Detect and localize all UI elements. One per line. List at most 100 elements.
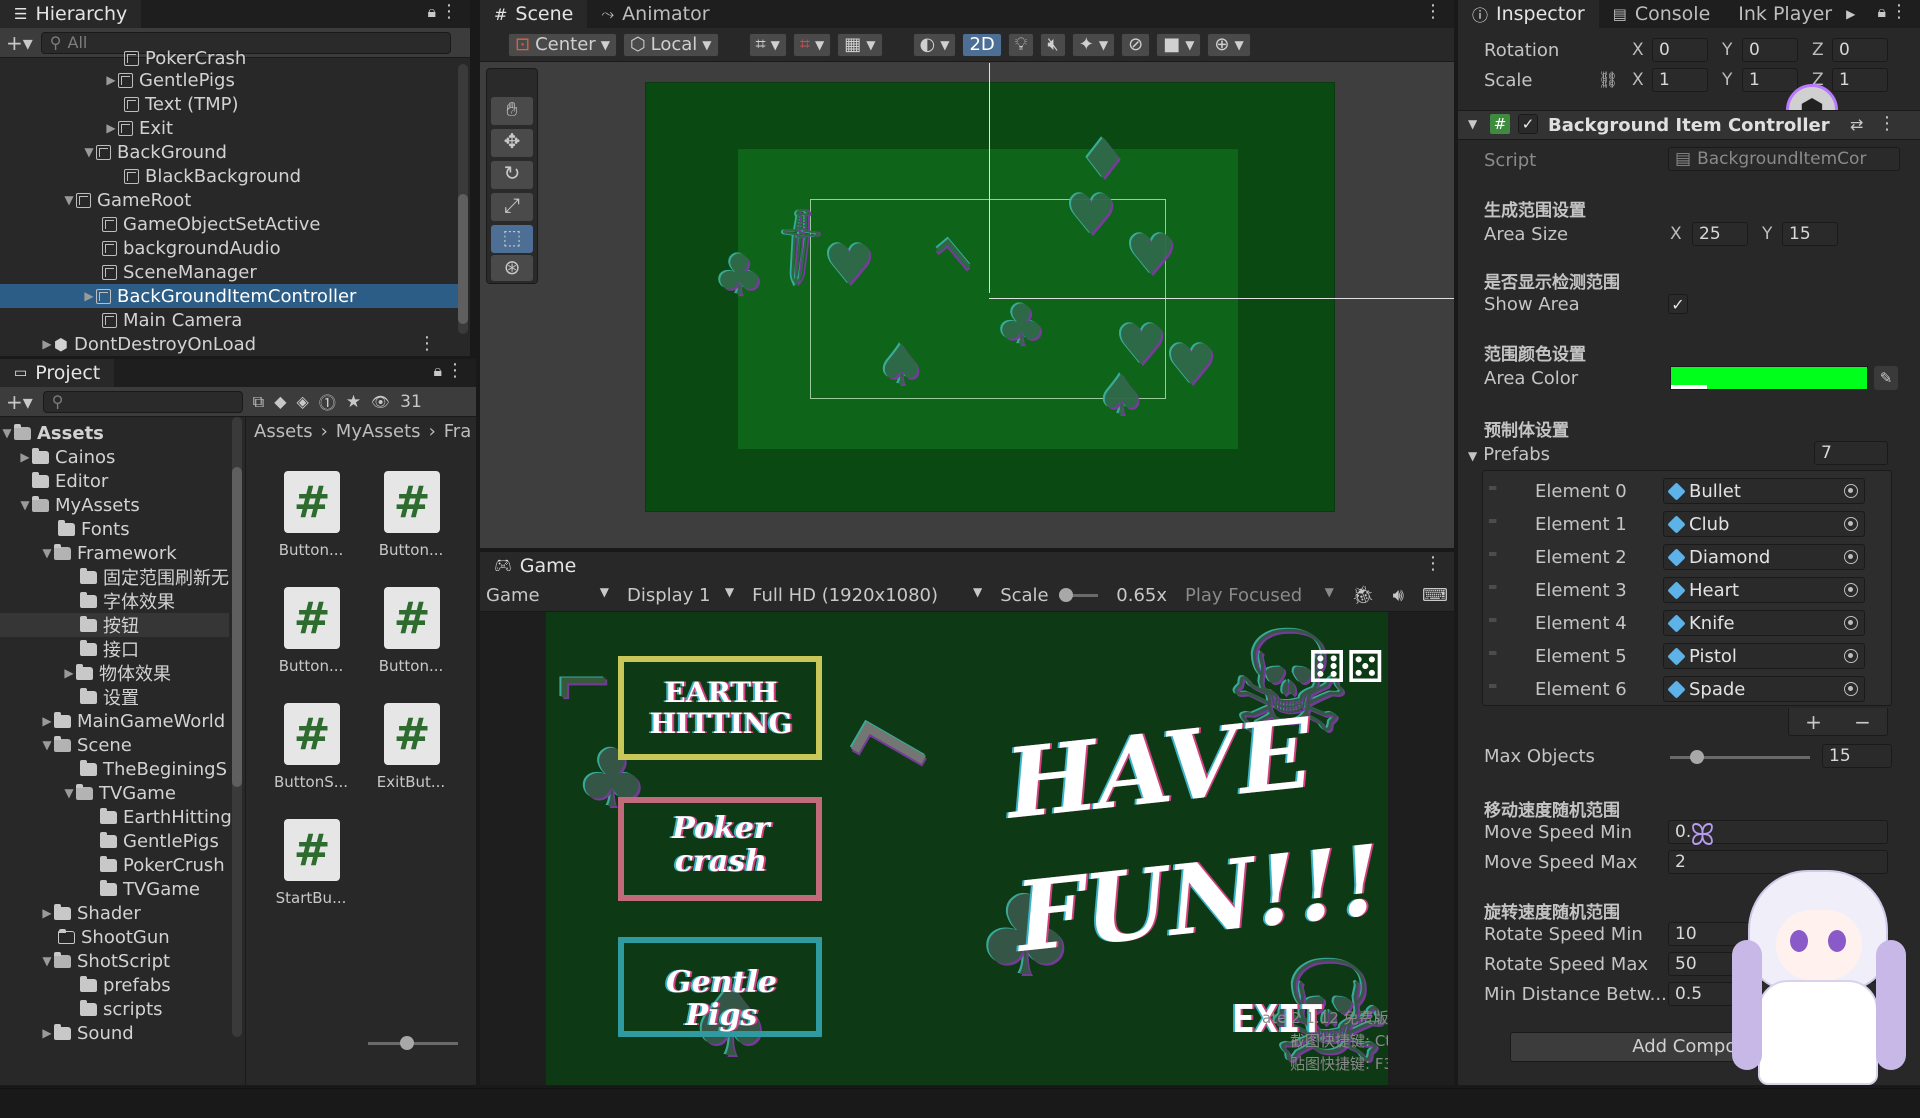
collapse-arrow-icon[interactable]: ▼ [40, 738, 54, 752]
tree-item-selected[interactable]: ▶ BackGroundItemController [0, 284, 458, 308]
folder-item[interactable]: 字体效果 [0, 589, 229, 613]
remove-element-icon[interactable]: − [1854, 710, 1871, 734]
tree-item[interactable]: Main Camera [0, 308, 454, 332]
tree-item[interactable]: ▶ GentlePigs [0, 68, 454, 92]
more-menu-icon[interactable]: ⋮ [1424, 1, 1442, 22]
tree-item[interactable]: Text (TMP) [0, 92, 454, 116]
drag-handle-icon[interactable]: ═ [1489, 646, 1496, 660]
folder-item[interactable]: ▼ MyAssets [0, 493, 229, 517]
tree-item[interactable]: ▶ Exit [0, 116, 454, 140]
audio-button[interactable]: 🔇︎ [1040, 32, 1066, 57]
tree-item[interactable]: BlackBackground [0, 164, 454, 188]
folder-item[interactable]: ▶ Shader [0, 901, 229, 925]
preset-icon[interactable]: ⇄ [1850, 115, 1863, 134]
script-object-field[interactable]: ▤ BackgroundItemCor [1668, 147, 1900, 171]
scale-y-field[interactable]: 1 [1742, 68, 1798, 92]
script-asset-icon[interactable]: # [284, 819, 340, 881]
expand-arrow-icon[interactable]: ▶ [104, 73, 118, 87]
play-mode-dropdown[interactable]: Play Focused ▼ [1185, 585, 1334, 606]
folder-item[interactable]: 接口 [0, 637, 229, 661]
project-tree-scroll-thumb[interactable] [232, 467, 242, 787]
more-menu-icon[interactable]: ⋮ [418, 333, 436, 354]
slider-handle[interactable] [400, 1036, 414, 1050]
collapse-arrow-icon[interactable]: ▼ [40, 546, 54, 560]
list-item[interactable]: ═ Element 3 Heart [1483, 576, 1891, 606]
script-asset-icon[interactable]: # [284, 471, 340, 533]
more-menu-icon[interactable]: ⋮ [1878, 113, 1896, 134]
scale-slider[interactable] [1058, 588, 1099, 602]
pivot-center-button[interactable]: ⊡ Center ▼ [508, 32, 617, 57]
project-search-input[interactable]: ⚲ [42, 390, 243, 413]
folder-item[interactable]: ▼ Assets [0, 421, 229, 445]
expand-arrow-icon[interactable]: ▶ [82, 289, 96, 303]
favorite-star-icon[interactable]: ★ [346, 392, 361, 412]
tab-animator[interactable]: ⤳ Animator [587, 0, 723, 28]
expand-arrow-icon[interactable]: ▶ [40, 906, 54, 920]
expand-arrow-icon[interactable]: ▶ [40, 1026, 54, 1040]
list-item[interactable]: ═ Element 5 Pistol [1483, 642, 1891, 672]
visibility-eye-icon[interactable]: 👁︎ [371, 393, 390, 411]
project-tab[interactable]: ▭ Project [0, 359, 115, 387]
increment-snap-button[interactable]: ⌗ ▼ [792, 32, 832, 57]
element-object-field[interactable]: Club [1663, 511, 1865, 537]
folder-item[interactable]: EarthHitting [0, 805, 232, 829]
bug-icon[interactable]: 🐞︎ [1352, 585, 1375, 606]
folder-item[interactable]: prefabs [0, 973, 229, 997]
resolution-dropdown[interactable]: Full HD (1920x1080) ▼ [752, 585, 982, 606]
hierarchy-tab[interactable]: ☰ Hierarchy [0, 0, 142, 28]
object-picker-icon[interactable] [1844, 616, 1858, 630]
breadcrumb-item[interactable]: Assets [254, 421, 313, 442]
area-size-y-field[interactable]: 15 [1782, 222, 1838, 246]
object-picker-icon[interactable] [1844, 484, 1858, 498]
expand-arrow-icon[interactable]: ▶ [104, 121, 118, 135]
breadcrumb-item[interactable]: Fra [444, 421, 471, 442]
list-item[interactable]: ═ Element 2 Diamond [1483, 543, 1891, 573]
folder-item[interactable]: 固定范围刷新无 [0, 565, 229, 589]
tab-console[interactable]: ▤ Console [1599, 0, 1725, 28]
tree-item[interactable]: backgroundAudio [0, 236, 454, 260]
folder-item[interactable]: ▶ MainGameWorld [0, 709, 229, 733]
tab-inspector[interactable]: ⓘ Inspector [1458, 0, 1599, 28]
element-object-field[interactable]: Diamond [1663, 544, 1865, 570]
element-object-field[interactable]: Knife [1663, 610, 1865, 636]
tree-item[interactable]: SceneManager [0, 260, 454, 284]
folder-item[interactable]: 设置 [0, 685, 229, 709]
object-picker-icon[interactable] [1844, 682, 1858, 696]
breadcrumb-item[interactable]: MyAssets [336, 421, 421, 442]
object-picker-icon[interactable] [1844, 517, 1858, 531]
folder-item[interactable]: ▼ Framework [0, 541, 229, 565]
expand-arrow-icon[interactable]: ▶ [40, 337, 54, 351]
draw-mode-button[interactable]: ◐ ▼ [912, 32, 957, 57]
folder-item[interactable]: scripts [0, 997, 229, 1021]
list-item[interactable]: ═ Element 4 Knife [1483, 609, 1891, 639]
folder-item[interactable]: Fonts [0, 517, 229, 541]
audio-icon[interactable]: 🔊︎ [1393, 585, 1404, 606]
folder-item[interactable]: ▼ TVGame [0, 781, 229, 805]
display-dropdown[interactable]: Display 1 ▼ [627, 585, 734, 606]
element-object-field[interactable]: Pistol [1663, 643, 1865, 669]
tab-game[interactable]: 🎮︎ Game [480, 552, 591, 580]
script-asset-icon[interactable]: # [384, 587, 440, 649]
collapse-arrow-icon[interactable]: ▼ [82, 145, 96, 159]
drag-handle-icon[interactable]: ═ [1489, 514, 1496, 528]
expand-arrow-icon[interactable]: ▶ [62, 666, 76, 680]
tab-scene[interactable]: # Scene [480, 0, 588, 28]
folder-item[interactable]: TVGame [0, 877, 229, 901]
area-color-swatch[interactable] [1670, 366, 1868, 390]
rotation-z-field[interactable]: 0 [1832, 38, 1888, 62]
list-item[interactable]: ═ Element 1 Club [1483, 510, 1891, 540]
show-area-checkbox[interactable]: ✓ [1668, 294, 1688, 314]
area-size-x-field[interactable]: 25 [1692, 222, 1748, 246]
effects-button[interactable]: ✦ ▼ [1071, 32, 1116, 57]
expand-arrow-icon[interactable]: ▶ [40, 714, 54, 728]
rotate-tool-icon[interactable]: ↻ [491, 161, 533, 189]
component-header[interactable]: ▼ # ✓ Background Item Controller ⇄ ⋮ [1458, 110, 1920, 140]
prefabs-label[interactable]: ▼ Prefabs [1468, 444, 1550, 465]
filter-icon[interactable]: ◆ [274, 392, 286, 411]
stats-keyboard-icon[interactable]: ⌨ [1422, 585, 1448, 606]
script-asset-icon[interactable]: # [284, 587, 340, 649]
search-by-type-icon[interactable]: ⧉ [253, 392, 264, 412]
rotation-y-field[interactable]: 0 [1742, 38, 1798, 62]
folder-item[interactable]: ShootGun [0, 925, 229, 949]
toggle-2d-button[interactable]: 2D [962, 32, 1002, 57]
